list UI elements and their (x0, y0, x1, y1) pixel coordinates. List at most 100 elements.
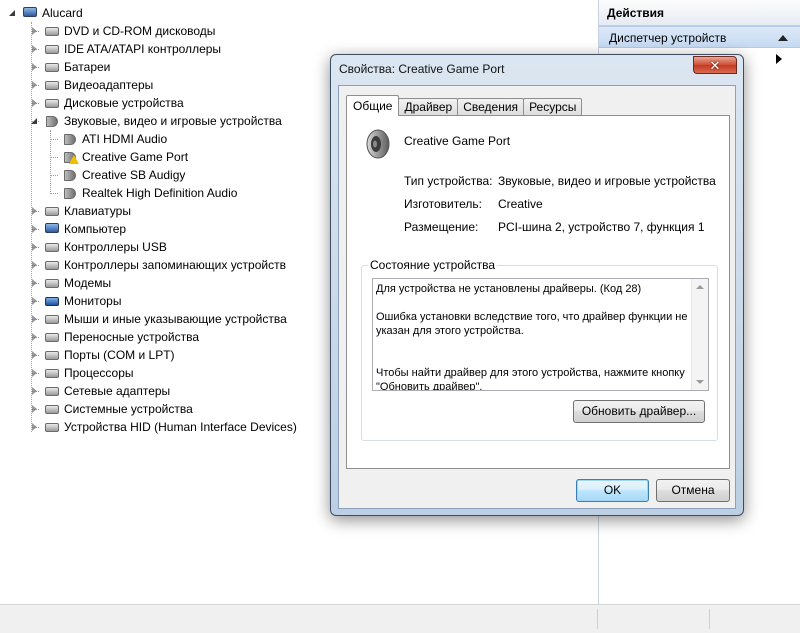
tree-category-label: Переносные устройства (64, 330, 200, 344)
tree-category[interactable]: Устройства HID (Human Interface Devices) (30, 418, 297, 436)
tree-device[interactable]: Creative Game Port (62, 148, 188, 166)
update-driver-button[interactable]: Обновить драйвер... (573, 400, 705, 423)
modem-icon (44, 276, 60, 290)
tab-details[interactable]: Сведения (457, 98, 525, 116)
expand-arrow-icon[interactable] (30, 314, 40, 324)
collapse-arrow-icon[interactable] (30, 116, 40, 126)
tree-category-label: Контроллеры USB (64, 240, 167, 254)
expand-arrow-icon[interactable] (30, 98, 40, 108)
scroll-up-icon[interactable] (696, 285, 704, 289)
prop-label-manufacturer: Изготовитель: (404, 197, 482, 211)
ok-button[interactable]: OK (576, 479, 649, 502)
tree-category[interactable]: Видеоадаптеры (30, 76, 153, 94)
tree-category[interactable]: Контроллеры запоминающих устройств (30, 256, 286, 274)
tree-category[interactable]: Переносные устройства (30, 328, 199, 346)
tree-guide-line (50, 157, 58, 158)
ide-controller-icon (44, 42, 60, 56)
tree-root-label: Alucard (42, 6, 83, 20)
device-status-group-label: Состояние устройства (368, 258, 498, 272)
actions-item-label: Диспетчер устройств (609, 31, 727, 45)
dialog-client-area: Общие Драйвер Сведения Ресурсы Creative … (338, 85, 736, 509)
tree-category[interactable]: Процессоры (30, 364, 134, 382)
actions-header: Действия (599, 0, 800, 26)
computer-icon (44, 222, 60, 236)
prop-label-type: Тип устройства: (404, 174, 493, 188)
tree-category[interactable]: DVD и CD-ROM дисководы (30, 22, 215, 40)
speaker-icon (62, 132, 78, 146)
tree-device[interactable]: Realtek High Definition Audio (62, 184, 237, 202)
tree-category-label: Клавиатуры (64, 204, 131, 218)
tree-category[interactable]: Модемы (30, 274, 111, 292)
device-warning-icon (62, 150, 79, 164)
tree-category[interactable]: Дисковые устройства (30, 94, 184, 112)
tree-device[interactable]: ATI HDMI Audio (62, 130, 167, 148)
tab-panel-general: Creative Game Port Тип устройства: Звуко… (346, 115, 730, 469)
expand-arrow-icon[interactable] (30, 332, 40, 342)
tree-category-label: Компьютер (64, 222, 127, 236)
expand-arrow-icon[interactable] (30, 278, 40, 288)
tab-resources[interactable]: Ресурсы (523, 98, 583, 116)
tree-category[interactable]: Мыши и иные указывающие устройства (30, 310, 287, 328)
device-status-text: Для устройства не установлены драйверы. … (376, 283, 688, 391)
actions-item-device-manager[interactable]: Диспетчер устройств (599, 26, 800, 48)
tree-device[interactable]: Creative SB Audigy (62, 166, 185, 184)
tree-category-label: Видеоадаптеры (64, 78, 154, 92)
mouse-icon (44, 312, 60, 326)
video-adapter-icon (44, 78, 60, 92)
collapse-arrow-icon[interactable] (8, 8, 18, 18)
tree-category-label: Устройства HID (Human Interface Devices) (64, 420, 297, 434)
expand-arrow-icon[interactable] (30, 224, 40, 234)
tree-category[interactable]: Системные устройства (30, 400, 193, 418)
device-name: Creative Game Port (404, 134, 511, 148)
prop-label-location: Размещение: (404, 220, 479, 234)
expand-arrow-icon[interactable] (30, 350, 40, 360)
processor-icon (44, 366, 60, 380)
device-properties-dialog: Свойства: Creative Game Port ✕ Общие Дра… (330, 54, 744, 516)
tree-category[interactable]: Контроллеры USB (30, 238, 167, 256)
tree-category[interactable]: Батареи (30, 58, 110, 76)
tab-driver[interactable]: Драйвер (398, 98, 459, 116)
expand-arrow-icon[interactable] (30, 368, 40, 378)
speaker-icon (62, 186, 78, 200)
close-icon: ✕ (709, 57, 721, 73)
battery-icon (44, 60, 60, 74)
status-bar (0, 604, 800, 633)
expand-arrow-icon[interactable] (30, 80, 40, 90)
cancel-button[interactable]: Отмена (656, 479, 730, 502)
device-status-textbox[interactable]: Для устройства не установлены драйверы. … (372, 278, 709, 391)
tree-category[interactable]: Компьютер (30, 220, 126, 238)
speaker-icon (366, 129, 390, 159)
tree-device-label: Creative SB Audigy (82, 168, 186, 182)
scroll-down-icon[interactable] (696, 380, 704, 384)
expand-arrow-icon[interactable] (30, 422, 40, 432)
expand-arrow-icon[interactable] (30, 26, 40, 36)
expand-arrow-icon[interactable] (30, 296, 40, 306)
tree-category[interactable]: Порты (COM и LPT) (30, 346, 175, 364)
tree-category[interactable]: Звуковые, видео и игровые устройства (30, 112, 282, 130)
expand-arrow-icon[interactable] (30, 44, 40, 54)
prop-value-type: Звуковые, видео и игровые устройства (498, 174, 716, 188)
expand-arrow-icon[interactable] (30, 206, 40, 216)
close-button[interactable]: ✕ (693, 56, 737, 74)
status-scrollbar[interactable] (691, 279, 708, 390)
tab-general[interactable]: Общие (346, 95, 400, 116)
expand-arrow-icon[interactable] (30, 260, 40, 270)
tree-guide-line (50, 193, 58, 194)
tree-category-label: Процессоры (64, 366, 134, 380)
tree-guide-line (50, 175, 58, 176)
tree-category[interactable]: Сетевые адаптеры (30, 382, 170, 400)
expand-arrow-icon[interactable] (30, 404, 40, 414)
tree-category[interactable]: IDE ATA/ATAPI контроллеры (30, 40, 221, 58)
speaker-icon (44, 114, 60, 128)
tree-category-label: Сетевые адаптеры (64, 384, 171, 398)
collapse-up-icon[interactable] (778, 35, 788, 41)
tree-root[interactable]: Alucard (8, 4, 83, 22)
tree-device-label: Realtek High Definition Audio (82, 186, 238, 200)
expand-arrow-icon[interactable] (30, 62, 40, 72)
tree-category[interactable]: Мониторы (30, 292, 121, 310)
tab-strip: Общие Драйвер Сведения Ресурсы (346, 95, 583, 116)
expand-arrow-icon[interactable] (30, 242, 40, 252)
expand-arrow-icon[interactable] (30, 386, 40, 396)
tree-category[interactable]: Клавиатуры (30, 202, 131, 220)
tree-category-label: Батареи (64, 60, 111, 74)
